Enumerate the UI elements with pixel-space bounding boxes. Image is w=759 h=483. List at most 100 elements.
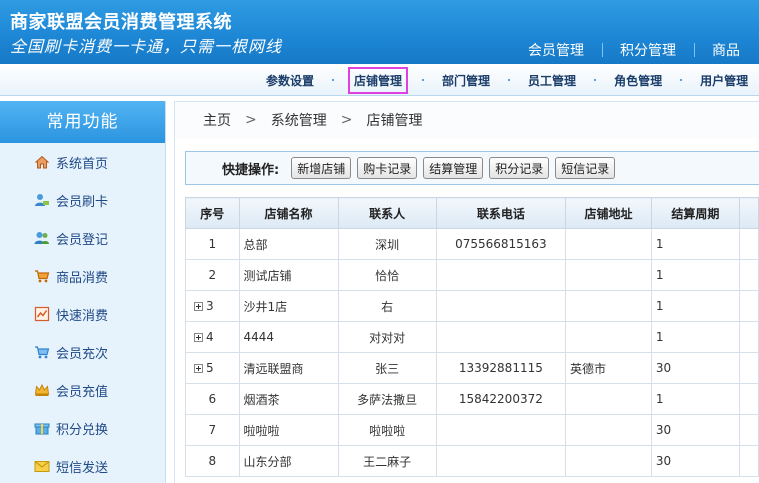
cell-seq: 8: [185, 445, 240, 477]
sidebar-item-label: 会员刷卡: [56, 194, 109, 210]
table-row[interactable]: 5 清远联盟商 张三 13392881115 英德市 30: [185, 352, 759, 384]
recharge-count-icon: [34, 344, 50, 360]
store-table: 序号 店铺名称 联系人 联系电话 店铺地址 结算周期 1 总部 深圳 07556…: [185, 197, 759, 477]
cell-settle-cycle: 30: [650, 352, 740, 384]
cell-extra: [738, 290, 759, 322]
cell-store-name: 总部: [238, 228, 339, 260]
subnav-params[interactable]: 参数设置: [262, 72, 318, 89]
cell-settle-cycle: 1: [650, 290, 740, 322]
sidebar-item-goods-consume[interactable]: 商品消费: [0, 257, 165, 295]
cell-store-name: 4444: [238, 321, 339, 353]
home-icon: [34, 154, 50, 170]
sidebar: 常用功能 系统首页 会员刷卡 会员登记 商品消费 快速消费 会员充次 会员充值 …: [0, 101, 166, 483]
main-content: 主页 > 系统管理 > 店铺管理 快捷操作: 新增店铺 购卡记录 结算管理 积分…: [174, 101, 759, 483]
member-card-icon: [34, 192, 50, 208]
table-row[interactable]: 7 啦啦啦 啦啦啦 30: [185, 414, 759, 446]
cell-address: [565, 259, 652, 291]
sidebar-item-member-register[interactable]: 会员登记: [0, 219, 165, 257]
subnav-separator: [422, 79, 425, 81]
app-header: 商家联盟会员消费管理系统 全国刷卡消费一卡通，只需一根网线 会员管理 积分管理 …: [0, 0, 759, 64]
table-row[interactable]: 8 山东分部 王二麻子 30: [185, 445, 759, 477]
quick-actions-bar: 快捷操作: 新增店铺 购卡记录 结算管理 积分记录 短信记录: [185, 151, 759, 185]
sms-records-button[interactable]: 短信记录: [555, 157, 616, 179]
sidebar-item-home[interactable]: 系统首页: [0, 143, 165, 181]
app-title: 商家联盟会员消费管理系统: [10, 12, 232, 33]
cell-seq[interactable]: 5: [185, 352, 240, 384]
cell-seq-value: 5: [206, 361, 214, 375]
subnav-user[interactable]: 用户管理: [696, 72, 752, 89]
subnav-role[interactable]: 角色管理: [610, 72, 666, 89]
cell-contact: 啦啦啦: [337, 414, 437, 446]
cell-address: [565, 383, 652, 415]
expand-plus-icon[interactable]: [194, 302, 203, 311]
top-nav-member[interactable]: 会员管理: [510, 37, 602, 64]
sidebar-item-label: 会员登记: [56, 232, 109, 248]
cell-settle-cycle: 30: [650, 414, 740, 446]
col-header-address: 店铺地址: [565, 197, 652, 229]
sidebar-item-label: 会员充次: [56, 346, 109, 362]
table-row[interactable]: 6 烟酒茶 多萨法撒旦 15842200372 1: [185, 383, 759, 415]
cell-extra: [738, 445, 759, 477]
subnav-store-active[interactable]: 店铺管理: [348, 66, 409, 94]
cell-seq: 1: [185, 228, 240, 260]
top-nav-points[interactable]: 积分管理: [602, 37, 694, 64]
breadcrumb-system[interactable]: 系统管理: [271, 110, 327, 130]
subnav-department[interactable]: 部门管理: [438, 72, 494, 89]
table-row[interactable]: 4 4444 对对对 1: [185, 321, 759, 353]
breadcrumb-chevron-icon: >: [340, 112, 353, 128]
col-header-seq: 序号: [185, 197, 240, 229]
sidebar-item-sms-send[interactable]: 短信发送: [0, 447, 165, 483]
col-header-store-name: 店铺名称: [238, 197, 339, 229]
breadcrumb-home[interactable]: 主页: [203, 110, 231, 130]
sidebar-item-quick-consume[interactable]: 快速消费: [0, 295, 165, 333]
cell-phone: 13392881115: [435, 352, 567, 384]
crown-icon: [34, 382, 50, 398]
cell-phone: 075566815163: [435, 228, 567, 260]
table-row[interactable]: 3 沙井1店 右 1: [185, 290, 759, 322]
cell-store-name: 烟酒茶: [238, 383, 339, 415]
col-header-extra: [738, 197, 759, 229]
gift-icon: [34, 420, 50, 436]
subnav-separator: [680, 79, 683, 81]
table-row[interactable]: 2 测试店铺 恰恰 1: [185, 259, 759, 291]
subnav-separator: [332, 79, 335, 81]
cell-store-name: 山东分部: [238, 445, 339, 477]
sub-nav-items: 参数设置 店铺管理 部门管理 员工管理 角色管理 用户管理: [262, 64, 752, 96]
cell-seq[interactable]: 3: [185, 290, 240, 322]
cell-seq-value: 4: [206, 330, 214, 344]
sidebar-item-label: 短信发送: [56, 460, 109, 476]
expand-plus-icon[interactable]: [194, 364, 203, 373]
cell-seq[interactable]: 4: [185, 321, 240, 353]
subnav-staff[interactable]: 员工管理: [524, 72, 580, 89]
sidebar-item-recharge-count[interactable]: 会员充次: [0, 333, 165, 371]
cell-contact: 恰恰: [337, 259, 437, 291]
envelope-icon: [34, 458, 50, 474]
card-purchase-records-button[interactable]: 购卡记录: [357, 157, 418, 179]
cell-contact: 王二麻子: [337, 445, 437, 477]
cell-phone: [435, 259, 567, 291]
cart-icon: [34, 268, 50, 284]
cell-address: [565, 290, 652, 322]
sidebar-item-recharge-value[interactable]: 会员充值: [0, 371, 165, 409]
col-header-contact: 联系人: [337, 197, 437, 229]
sidebar-item-points-exchange[interactable]: 积分兑换: [0, 409, 165, 447]
expand-plus-icon[interactable]: [194, 333, 203, 342]
cell-seq: 7: [185, 414, 240, 446]
cell-settle-cycle: 1: [650, 259, 740, 291]
cell-settle-cycle: 1: [650, 321, 740, 353]
add-store-button[interactable]: 新增店铺: [291, 157, 352, 179]
cell-seq-value: 3: [206, 299, 214, 313]
sidebar-item-label: 快速消费: [56, 308, 109, 324]
cell-phone: [435, 321, 567, 353]
cell-extra: [738, 321, 759, 353]
cell-contact: 张三: [337, 352, 437, 384]
cell-store-name: 啦啦啦: [238, 414, 339, 446]
col-header-phone: 联系电话: [435, 197, 567, 229]
sidebar-title: 常用功能: [0, 101, 165, 143]
settlement-manage-button[interactable]: 结算管理: [423, 157, 484, 179]
points-records-button[interactable]: 积分记录: [489, 157, 550, 179]
table-row[interactable]: 1 总部 深圳 075566815163 1: [185, 228, 759, 260]
quick-actions-label: 快捷操作:: [222, 162, 280, 178]
top-nav-goods[interactable]: 商品: [694, 37, 758, 64]
sidebar-item-member-card[interactable]: 会员刷卡: [0, 181, 165, 219]
